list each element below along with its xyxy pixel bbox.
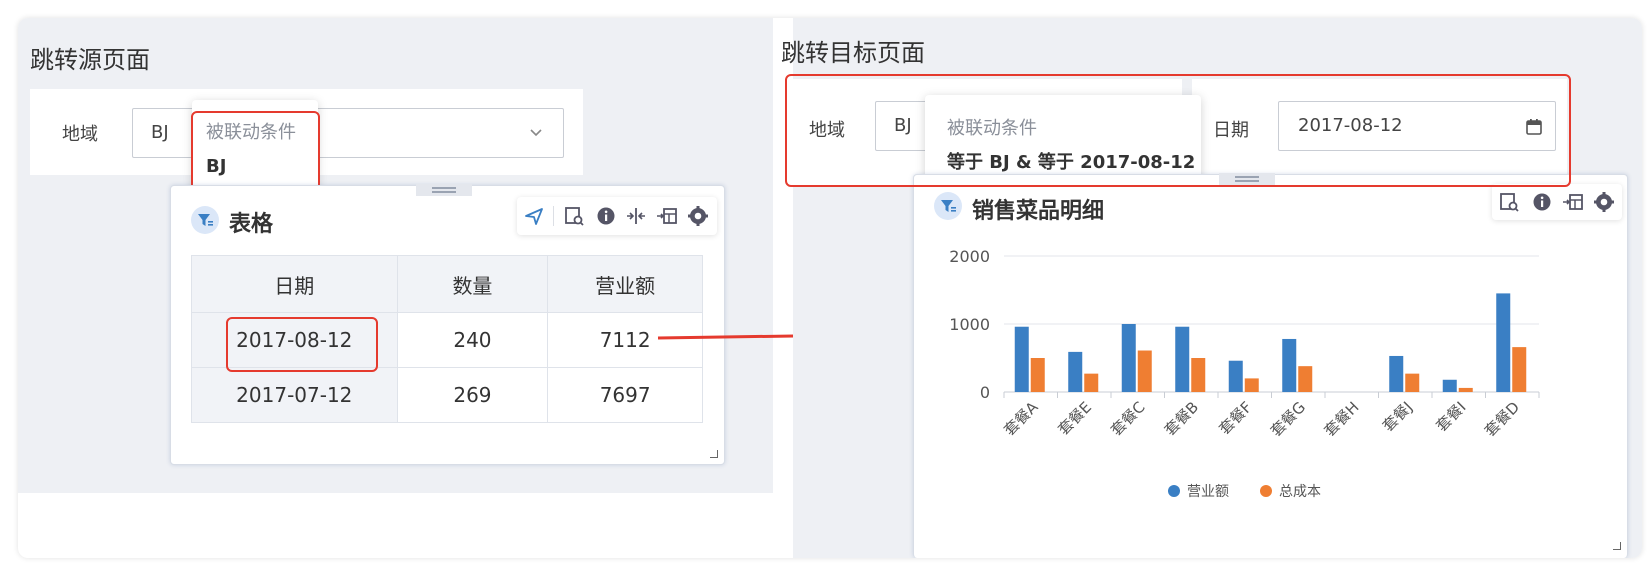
legend-marker	[1168, 485, 1180, 497]
x-tick-label: 套餐H	[1321, 398, 1363, 440]
bar	[1298, 366, 1313, 392]
bar	[1244, 378, 1259, 392]
x-tick-label: 套餐F	[1216, 398, 1256, 438]
bar	[1458, 387, 1473, 392]
bar	[1121, 324, 1136, 392]
bar	[1137, 350, 1152, 392]
bar	[1228, 360, 1243, 392]
bar	[1084, 373, 1099, 392]
bar	[1442, 379, 1457, 392]
bar	[1014, 326, 1029, 392]
y-tick-label: 1000	[949, 315, 990, 334]
x-tick-label: 套餐I	[1432, 398, 1469, 435]
target-page-title: 跳转目标页面	[781, 39, 925, 67]
bar	[1389, 355, 1404, 392]
target-page-panel: 跳转目标页面 地域 BJ 日期 2017-08-12 被联动条件 等于 BJ &…	[781, 18, 1642, 558]
legend-label: 总成本	[1279, 484, 1321, 500]
x-tick-label: 套餐A	[1000, 398, 1042, 440]
x-tick-label: 套餐E	[1054, 398, 1095, 439]
legend-marker	[1260, 485, 1272, 497]
y-tick-label: 0	[980, 383, 990, 402]
bar	[1496, 293, 1511, 392]
bar	[1191, 358, 1206, 392]
screenshot-frame: 跳转源页面 地域 BJ 被联动条件 BJ 表格 日期 数量 营业额 2017-0…	[18, 18, 1642, 558]
x-tick-label: 套餐B	[1161, 398, 1202, 439]
y-tick-label: 2000	[949, 247, 990, 266]
x-tick-label: 套餐J	[1379, 398, 1416, 435]
legend-label: 营业额	[1187, 484, 1229, 500]
x-tick-label: 套餐G	[1267, 398, 1309, 440]
x-tick-label: 套餐D	[1481, 398, 1523, 440]
bar-chart: 2000 1000 0 套餐A 套餐E 套餐C 套餐B 套餐F 套餐G 套餐H 套餐J 套餐I 套餐D 营…	[949, 247, 1540, 500]
filter-bar-highlight-box	[785, 74, 1571, 187]
resize-handle[interactable]	[1613, 542, 1621, 550]
bar	[1512, 347, 1527, 392]
x-tick-label: 套餐C	[1107, 398, 1148, 439]
bar	[1068, 351, 1083, 392]
chart-widget[interactable]: 销售菜品明细 2000 1000 0 套餐A 套餐E 套餐C 套餐B 套餐F 套餐G 套餐H 套餐J…	[913, 173, 1628, 558]
bar	[1030, 358, 1045, 392]
bar	[1282, 338, 1297, 392]
bar	[1175, 326, 1190, 392]
bar	[1405, 373, 1420, 392]
